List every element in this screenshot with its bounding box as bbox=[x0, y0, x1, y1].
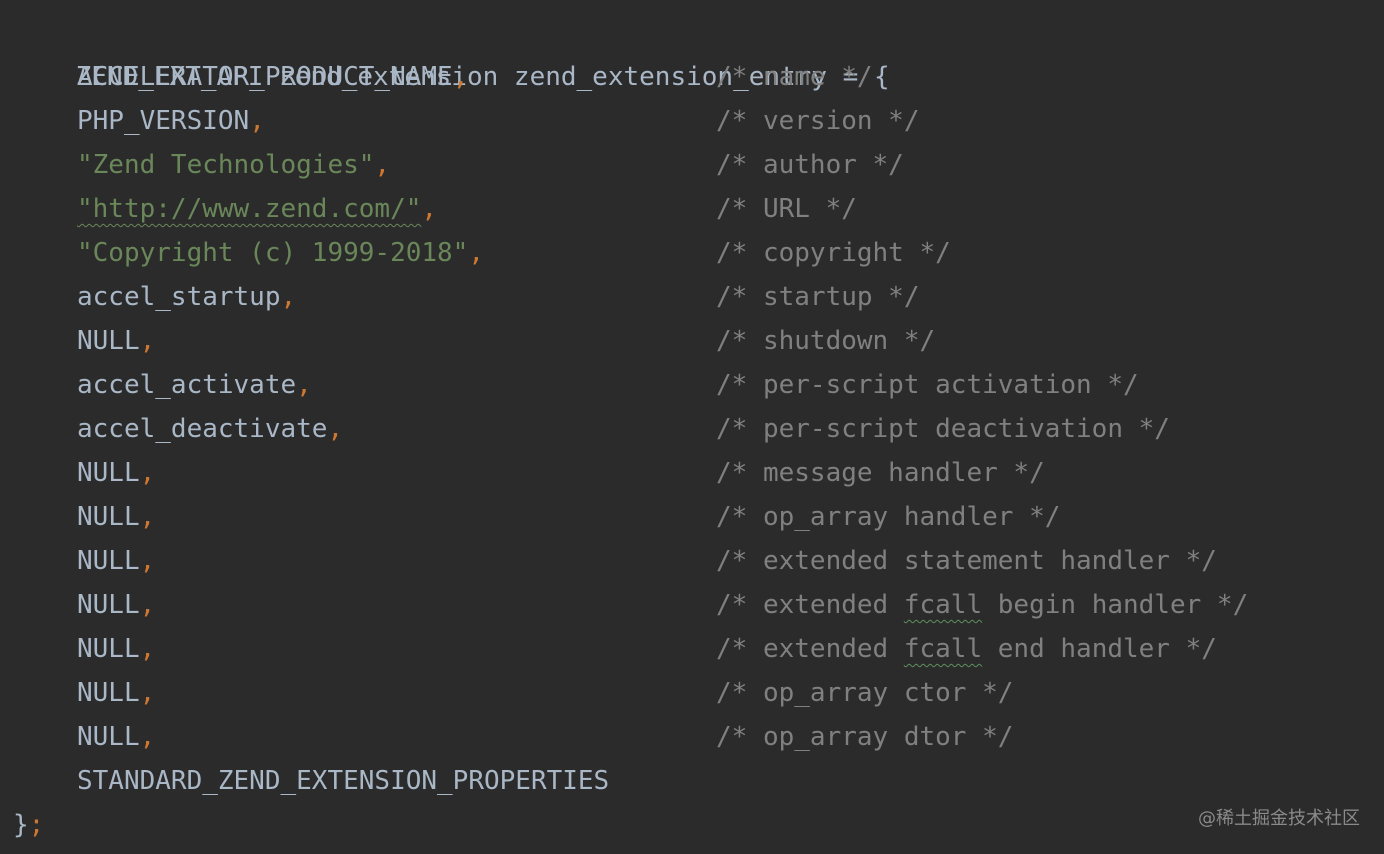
code-line-closing: }; bbox=[13, 803, 44, 847]
code-line: "Copyright (c) 1999-2018", bbox=[13, 231, 484, 275]
code-line: accel_startup, bbox=[13, 275, 296, 319]
entry-separator: , bbox=[468, 238, 484, 268]
entry-comment: /* URL */ bbox=[716, 194, 857, 224]
code-line: NULL, bbox=[13, 671, 155, 715]
entry-value-string: "Copyright (c) 1999-2018" bbox=[77, 238, 469, 268]
entry-separator: , bbox=[139, 590, 156, 620]
entry-value: accel_activate bbox=[77, 370, 297, 400]
entry-comment: /* op_array dtor */ bbox=[716, 722, 1014, 752]
watermark: @稀土掘金技术社区 bbox=[1198, 808, 1360, 829]
entry-comment: /* copyright */ bbox=[716, 238, 951, 268]
entry-value-url-string[interactable]: "http://www.zend.com/" bbox=[77, 194, 421, 224]
code-line: ACCELERATOR_PRODUCT_NAME, bbox=[13, 55, 468, 99]
entry-comment: /* name */ bbox=[716, 62, 873, 92]
code-line: accel_deactivate, bbox=[13, 407, 343, 451]
entry-comment: /* extended fcall end handler */ bbox=[716, 627, 1217, 671]
entry-separator: , bbox=[139, 326, 156, 356]
entry-value: STANDARD_ZEND_EXTENSION_PROPERTIES bbox=[77, 766, 610, 796]
entry-separator: , bbox=[280, 282, 297, 312]
entry-value: ACCELERATOR_PRODUCT_NAME bbox=[77, 62, 453, 92]
comment-text: begin handler */ bbox=[982, 590, 1249, 620]
entry-separator: , bbox=[249, 106, 265, 136]
code-line: STANDARD_ZEND_EXTENSION_PROPERTIES bbox=[13, 759, 609, 803]
entry-comment: /* op_array ctor */ bbox=[716, 678, 1014, 708]
comment-text: /* extended bbox=[716, 634, 904, 664]
entry-value: accel_startup bbox=[77, 282, 281, 312]
entry-value: accel_deactivate bbox=[77, 414, 328, 444]
entry-value: NULL bbox=[77, 326, 140, 356]
code-line: "Zend Technologies", bbox=[13, 143, 390, 187]
closing-semicolon: ; bbox=[28, 810, 45, 840]
entry-separator: , bbox=[452, 62, 469, 92]
entry-separator: , bbox=[139, 678, 156, 708]
entry-value: NULL bbox=[77, 458, 140, 488]
entry-separator: , bbox=[421, 194, 438, 224]
code-line: NULL, bbox=[13, 495, 155, 539]
closing-brace: } bbox=[13, 810, 29, 840]
code-line: PHP_VERSION, bbox=[13, 99, 265, 143]
entry-separator: , bbox=[327, 414, 344, 444]
code-line: NULL, bbox=[13, 715, 155, 759]
entry-comment: /* message handler */ bbox=[716, 458, 1045, 488]
code-line: NULL, bbox=[13, 627, 155, 671]
entry-value: NULL bbox=[77, 678, 140, 708]
entry-comment: /* per-script deactivation */ bbox=[716, 414, 1170, 444]
entry-comment: /* extended fcall begin handler */ bbox=[716, 583, 1248, 627]
comment-text: /* extended bbox=[716, 590, 904, 620]
entry-separator: , bbox=[296, 370, 312, 400]
entry-value-string: "Zend Technologies" bbox=[77, 150, 375, 180]
entry-comment: /* version */ bbox=[716, 106, 920, 136]
entry-separator: , bbox=[139, 634, 156, 664]
code-line: NULL, bbox=[13, 583, 155, 627]
entry-comment: /* per-script activation */ bbox=[716, 370, 1139, 400]
code-editor[interactable]: ZEND_EXT_API zend_extension zend_extensi… bbox=[0, 0, 1384, 854]
entry-comment: /* shutdown */ bbox=[716, 326, 936, 356]
entry-value: NULL bbox=[77, 590, 140, 620]
entry-value: NULL bbox=[77, 502, 140, 532]
entry-value: NULL bbox=[77, 722, 140, 752]
code-line: accel_activate, bbox=[13, 363, 312, 407]
entry-comment: /* author */ bbox=[716, 150, 904, 180]
typo-word[interactable]: fcall bbox=[904, 590, 982, 620]
comment-text: end handler */ bbox=[982, 634, 1217, 664]
code-line: NULL, bbox=[13, 451, 155, 495]
entry-separator: , bbox=[139, 502, 156, 532]
entry-comment: /* op_array handler */ bbox=[716, 502, 1061, 532]
entry-separator: , bbox=[139, 722, 156, 752]
code-line: "http://www.zend.com/", bbox=[13, 187, 437, 231]
code-line-header: ZEND_EXT_API zend_extension zend_extensi… bbox=[13, 11, 890, 92]
entry-comment: /* startup */ bbox=[716, 282, 920, 312]
code-line: NULL, bbox=[13, 319, 155, 363]
entry-value: NULL bbox=[77, 546, 140, 576]
code-line: NULL, bbox=[13, 539, 155, 583]
entry-comment: /* extended statement handler */ bbox=[716, 546, 1217, 576]
typo-word[interactable]: fcall bbox=[904, 634, 982, 664]
entry-separator: , bbox=[139, 458, 156, 488]
entry-value: PHP_VERSION bbox=[77, 106, 250, 136]
entry-separator: , bbox=[374, 150, 391, 180]
entry-separator: , bbox=[139, 546, 156, 576]
entry-value: NULL bbox=[77, 634, 140, 664]
